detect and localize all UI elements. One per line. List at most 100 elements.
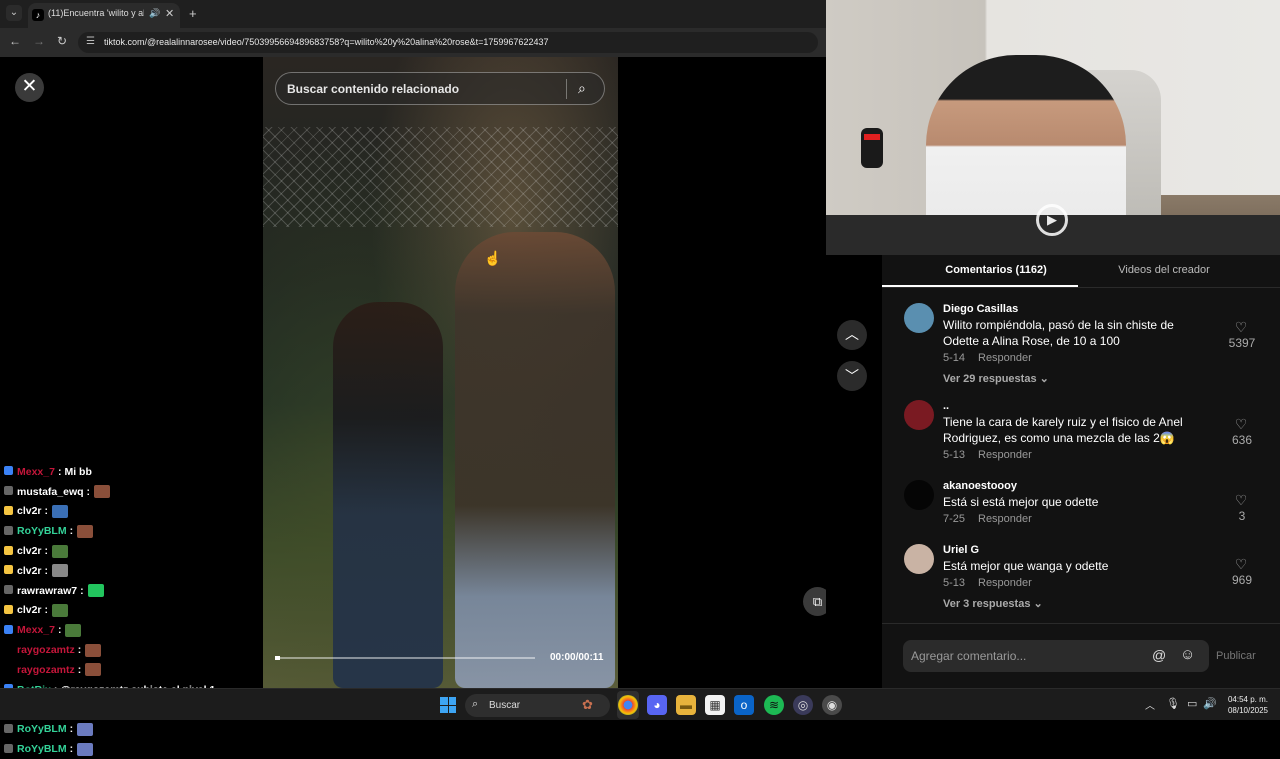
- heart-icon[interactable]: ♡: [1226, 556, 1256, 573]
- comment-username[interactable]: Uriel G: [943, 544, 979, 556]
- comment-text: Está si está mejor que odette: [943, 495, 1099, 509]
- heart-icon[interactable]: ♡: [1226, 416, 1256, 433]
- comment-username[interactable]: Diego Casillas: [943, 303, 1018, 315]
- forward-icon[interactable]: →: [33, 34, 45, 48]
- chat-username[interactable]: clv2r: [17, 505, 42, 517]
- tray-overflow-icon[interactable]: ︿: [1145, 697, 1155, 712]
- heart-icon[interactable]: ♡: [1226, 492, 1256, 509]
- divider: [882, 287, 1280, 288]
- new-tab-icon[interactable]: +: [189, 6, 197, 21]
- search-icon: ⌕: [472, 698, 479, 710]
- chevron-down-icon: ⌄: [1033, 598, 1043, 610]
- mention-icon[interactable]: @: [1152, 647, 1166, 663]
- taskbar-search[interactable]: ⌕ Buscar ✿: [465, 694, 610, 717]
- chat-emote-icon: [52, 504, 69, 518]
- avatar[interactable]: [904, 303, 934, 333]
- tab-comments[interactable]: Comentarios (1162): [914, 264, 1078, 276]
- comment-text: Tiene la cara de karely ruiz y el fisico…: [943, 415, 1183, 445]
- comment-input[interactable]: Agregar comentario... @ ☺: [903, 640, 1209, 672]
- microsoft-store-icon[interactable]: ▦: [705, 695, 725, 715]
- windows-start-icon[interactable]: [440, 697, 456, 713]
- tab-creator-videos[interactable]: Videos del creador: [1078, 264, 1250, 276]
- video-player[interactable]: ☝ Buscar contenido relacionado ⌕ 00:00/0…: [263, 57, 618, 688]
- video-frame-person: [333, 302, 443, 688]
- related-search-input[interactable]: Buscar contenido relacionado ⌕: [275, 72, 605, 105]
- chat-separator: :: [77, 663, 82, 676]
- spotify-icon[interactable]: ≋: [764, 695, 784, 715]
- comment-date: 5-14: [943, 352, 966, 364]
- chat-username[interactable]: RoYyBLM: [17, 525, 67, 537]
- chat-badge-icon: [3, 585, 14, 596]
- speaker-icon[interactable]: 🔊: [1203, 697, 1217, 710]
- video-progress-bar[interactable]: [275, 656, 535, 660]
- tab-audio-icon[interactable]: 🔊: [149, 8, 160, 19]
- emoji-icon[interactable]: ☺: [1180, 646, 1195, 663]
- chat-emote-icon: [77, 742, 94, 756]
- chevron-up-icon[interactable]: ︿: [837, 320, 867, 350]
- search-icon[interactable]: ⌕: [578, 80, 586, 97]
- obs-icon[interactable]: ◎: [793, 695, 813, 715]
- avatar[interactable]: [904, 480, 934, 510]
- outlook-icon[interactable]: o: [734, 695, 754, 715]
- chat-message: clv2r:: [0, 502, 263, 522]
- view-replies-button[interactable]: Ver 29 respuestas ⌄: [943, 372, 1049, 385]
- mouse-cursor-icon: ☝: [484, 250, 502, 266]
- like-count: 969: [1231, 573, 1253, 587]
- browser-tab-active[interactable]: ♪ (11)Encuentra 'wilito y alina 🔊 ✕: [28, 3, 180, 28]
- clock-time: 04:54 p. m.: [1227, 695, 1269, 704]
- publish-button[interactable]: Publicar: [1216, 650, 1256, 662]
- network-icon[interactable]: ▭: [1187, 697, 1197, 710]
- chat-emote-icon: [85, 643, 102, 657]
- chat-message: raygozamtz:: [0, 660, 263, 680]
- file-explorer-icon[interactable]: ▬: [676, 695, 696, 715]
- reply-button[interactable]: Responder: [978, 352, 1032, 364]
- chevron-down-icon[interactable]: ﹀: [837, 361, 867, 391]
- chat-username[interactable]: rawrawraw7: [17, 585, 77, 597]
- chat-badge-icon: [3, 743, 14, 755]
- reload-icon[interactable]: ↻: [57, 34, 67, 48]
- chat-username[interactable]: mustafa_ewq: [17, 486, 84, 498]
- streaming-app-icon[interactable]: ◉: [822, 695, 842, 715]
- back-icon[interactable]: ←: [9, 34, 21, 48]
- avatar[interactable]: [904, 544, 934, 574]
- comment-username[interactable]: akanoestoooy: [943, 480, 1017, 492]
- chat-emote-icon: [52, 564, 69, 578]
- reply-button[interactable]: Responder: [978, 513, 1032, 525]
- chat-username[interactable]: clv2r: [17, 565, 42, 577]
- chat-separator: :: [69, 743, 74, 756]
- discord-icon[interactable]: ◕: [647, 695, 667, 715]
- chrome-icon[interactable]: [618, 695, 638, 715]
- tiktok-favicon-icon: ♪: [32, 9, 44, 21]
- chat-badge-icon: [3, 565, 14, 576]
- chat-username[interactable]: RoYyBLM: [17, 723, 67, 735]
- chat-username[interactable]: RoYyBLM: [17, 743, 67, 755]
- chat-username[interactable]: clv2r: [17, 604, 42, 616]
- tab-search-dropdown-icon[interactable]: ⌄: [6, 5, 22, 21]
- address-bar[interactable]: ☰ tiktok.com/@realalinnarosee/video/7503…: [78, 32, 818, 53]
- streamer-webcam: ▶: [826, 0, 1280, 255]
- url-text: tiktok.com/@realalinnarosee/video/750399…: [104, 37, 549, 47]
- clock[interactable]: 04:54 p. m. 08/10/2025: [1222, 694, 1274, 716]
- chat-message: Mexx_7: Mi bb: [0, 462, 263, 482]
- tab-close-icon[interactable]: ✕: [165, 7, 174, 20]
- reply-button[interactable]: Responder: [978, 449, 1032, 461]
- windows-taskbar: ⌕ Buscar ✿ ◕ ▬ ▦ o ≋ ◎ ◉ ︿ 🎙 ▭ 🔊 04:54 p…: [0, 688, 1280, 720]
- chat-separator: :: [86, 485, 91, 498]
- chat-username[interactable]: Mexx_7: [17, 466, 55, 478]
- avatar[interactable]: [904, 400, 934, 430]
- heart-icon[interactable]: ♡: [1226, 319, 1256, 336]
- view-replies-button[interactable]: Ver 3 respuestas ⌄: [943, 597, 1043, 610]
- close-icon[interactable]: ✕: [15, 73, 44, 102]
- chat-badge-icon: [3, 525, 14, 537]
- site-info-icon[interactable]: ☰: [86, 36, 95, 47]
- chat-username[interactable]: raygozamtz: [17, 664, 75, 676]
- comment-item: Uriel G Está mejor que wanga y odette 5-13…: [904, 544, 1280, 634]
- chat-username[interactable]: raygozamtz: [17, 644, 75, 656]
- chat-username[interactable]: Mexx_7: [17, 624, 55, 636]
- comment-username[interactable]: ..: [943, 400, 949, 412]
- chat-username[interactable]: clv2r: [17, 545, 42, 557]
- chat-badge-icon: [3, 505, 14, 517]
- microphone-icon[interactable]: 🎙: [1166, 697, 1180, 710]
- like-count: 636: [1231, 433, 1253, 447]
- reply-button[interactable]: Responder: [978, 577, 1032, 589]
